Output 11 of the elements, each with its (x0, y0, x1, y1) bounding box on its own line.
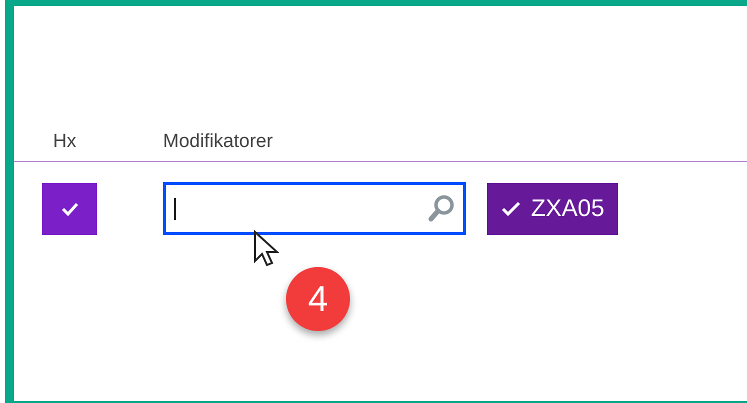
search-field[interactable] (163, 182, 466, 235)
check-icon (60, 202, 78, 216)
check-icon (501, 200, 521, 216)
column-header: Hx (53, 130, 78, 154)
column-header: Modifikatorer (163, 130, 273, 154)
tag-chip[interactable]: ZXA05 (487, 182, 618, 234)
checkbox[interactable] (42, 182, 97, 234)
text-caret (174, 198, 176, 220)
step-badge: 4 (286, 267, 350, 331)
search-icon (427, 194, 455, 224)
mouse-pointer-icon (253, 230, 279, 268)
